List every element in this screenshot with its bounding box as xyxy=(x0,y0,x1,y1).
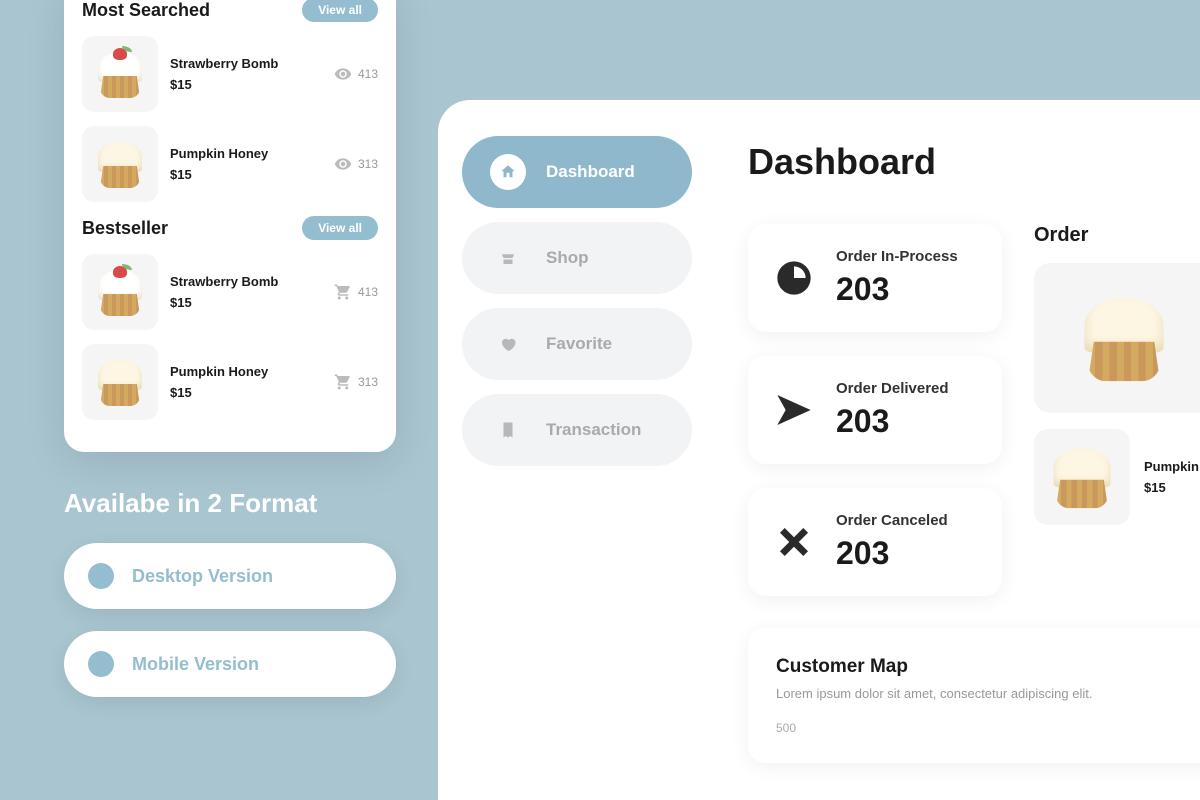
stat-card-canceled: Order Canceled 203 xyxy=(748,488,1002,596)
page-header: Dashboard xyxy=(748,140,1200,184)
map-subtitle: Lorem ipsum dolor sit amet, consectetur … xyxy=(776,686,1200,701)
format-section: Availabe in 2 Format Desktop Version Mob… xyxy=(64,488,396,719)
item-price: $15 xyxy=(170,77,322,92)
map-axis-tick: 500 xyxy=(776,721,1200,735)
bestseller-title: Bestseller xyxy=(82,218,168,239)
list-item[interactable]: Strawberry Bomb $15 413 xyxy=(82,36,378,112)
stat-value: 203 xyxy=(836,271,958,308)
format-label: Mobile Version xyxy=(132,654,259,675)
sidebar: Dashboard Shop Favorite Transaction xyxy=(438,100,716,800)
format-title: Availabe in 2 Format xyxy=(64,488,396,519)
order-product-image xyxy=(1034,263,1200,413)
views-count: 413 xyxy=(358,67,378,81)
sidebar-item-transaction[interactable]: Transaction xyxy=(462,394,692,466)
view-all-button[interactable]: View all xyxy=(302,0,378,22)
radio-dot-icon xyxy=(88,563,114,589)
mobile-preview-card: Most Searched View all Strawberry Bomb $… xyxy=(64,0,396,452)
cart-icon xyxy=(334,283,352,301)
order-thumbnail xyxy=(1034,429,1130,525)
radio-dot-icon xyxy=(88,651,114,677)
format-label: Desktop Version xyxy=(132,566,273,587)
page-title: Dashboard xyxy=(748,141,936,183)
order-title: Order xyxy=(1034,224,1200,247)
item-views: 413 xyxy=(334,65,378,83)
desktop-preview: Dashboard Shop Favorite Transaction Dash… xyxy=(438,100,1200,800)
item-info: Pumpkin Honey $15 xyxy=(170,364,322,400)
send-icon xyxy=(772,388,816,432)
sidebar-item-favorite[interactable]: Favorite xyxy=(462,308,692,380)
item-name: Pumpkin Honey xyxy=(170,364,322,381)
order-item-info: Pumpkin Honey $15 xyxy=(1144,459,1200,495)
item-info: Strawberry Bomb $15 xyxy=(170,274,322,310)
item-views: 313 xyxy=(334,155,378,173)
item-info: Strawberry Bomb $15 xyxy=(170,56,322,92)
nav-label: Transaction xyxy=(546,420,641,440)
stat-label: Order Canceled xyxy=(836,512,948,529)
list-item[interactable]: Pumpkin Honey $15 313 xyxy=(82,126,378,202)
nav-label: Favorite xyxy=(546,334,612,354)
list-item[interactable]: Strawberry Bomb $15 413 xyxy=(82,254,378,330)
nav-label: Shop xyxy=(546,248,589,268)
stat-value: 203 xyxy=(836,403,949,440)
map-title: Customer Map xyxy=(776,656,1200,678)
item-cart: 313 xyxy=(334,373,378,391)
progress-icon xyxy=(772,256,816,300)
most-searched-title: Most Searched xyxy=(82,0,210,21)
item-name: Pumpkin Honey xyxy=(170,146,322,163)
customer-map-section: Customer Map Lorem ipsum dolor sit amet,… xyxy=(748,628,1200,763)
item-info: Pumpkin Honey $15 xyxy=(170,146,322,182)
product-thumbnail xyxy=(82,344,158,420)
bestseller-header: Bestseller View all xyxy=(82,216,378,240)
eye-icon xyxy=(334,65,352,83)
product-thumbnail xyxy=(82,254,158,330)
cart-icon xyxy=(334,373,352,391)
item-cart: 413 xyxy=(334,283,378,301)
close-icon xyxy=(772,520,816,564)
dashboard-row: Order In-Process 203 Order Delivered 203… xyxy=(748,224,1200,596)
shop-icon xyxy=(490,240,526,276)
order-item-name: Pumpkin Honey xyxy=(1144,459,1200,474)
product-thumbnail xyxy=(82,126,158,202)
eye-icon xyxy=(334,155,352,173)
view-all-button[interactable]: View all xyxy=(302,216,378,240)
sidebar-item-shop[interactable]: Shop xyxy=(462,222,692,294)
item-name: Strawberry Bomb xyxy=(170,274,322,291)
item-price: $15 xyxy=(170,167,322,182)
stat-label: Order In-Process xyxy=(836,248,958,265)
item-price: $15 xyxy=(170,295,322,310)
views-count: 313 xyxy=(358,157,378,171)
desktop-version-button[interactable]: Desktop Version xyxy=(64,543,396,609)
most-searched-header: Most Searched View all xyxy=(82,0,378,22)
receipt-icon xyxy=(490,412,526,448)
cart-count: 313 xyxy=(358,375,378,389)
order-column: Order Pumpkin Honey $15 xyxy=(1034,224,1200,596)
order-item-row[interactable]: Pumpkin Honey $15 xyxy=(1034,429,1200,525)
item-price: $15 xyxy=(170,385,322,400)
sidebar-item-dashboard[interactable]: Dashboard xyxy=(462,136,692,208)
list-item[interactable]: Pumpkin Honey $15 313 xyxy=(82,344,378,420)
mobile-version-button[interactable]: Mobile Version xyxy=(64,631,396,697)
stat-card-delivered: Order Delivered 203 xyxy=(748,356,1002,464)
nav-label: Dashboard xyxy=(546,162,635,182)
stat-value: 203 xyxy=(836,535,948,572)
home-icon xyxy=(490,154,526,190)
order-item-price: $15 xyxy=(1144,480,1200,495)
stats-column: Order In-Process 203 Order Delivered 203… xyxy=(748,224,1002,596)
stat-card-in-process: Order In-Process 203 xyxy=(748,224,1002,332)
main-content: Dashboard Order In-Process 203 Order Del… xyxy=(716,100,1200,800)
item-name: Strawberry Bomb xyxy=(170,56,322,73)
heart-icon xyxy=(490,326,526,362)
stat-label: Order Delivered xyxy=(836,380,949,397)
cart-count: 413 xyxy=(358,285,378,299)
product-thumbnail xyxy=(82,36,158,112)
